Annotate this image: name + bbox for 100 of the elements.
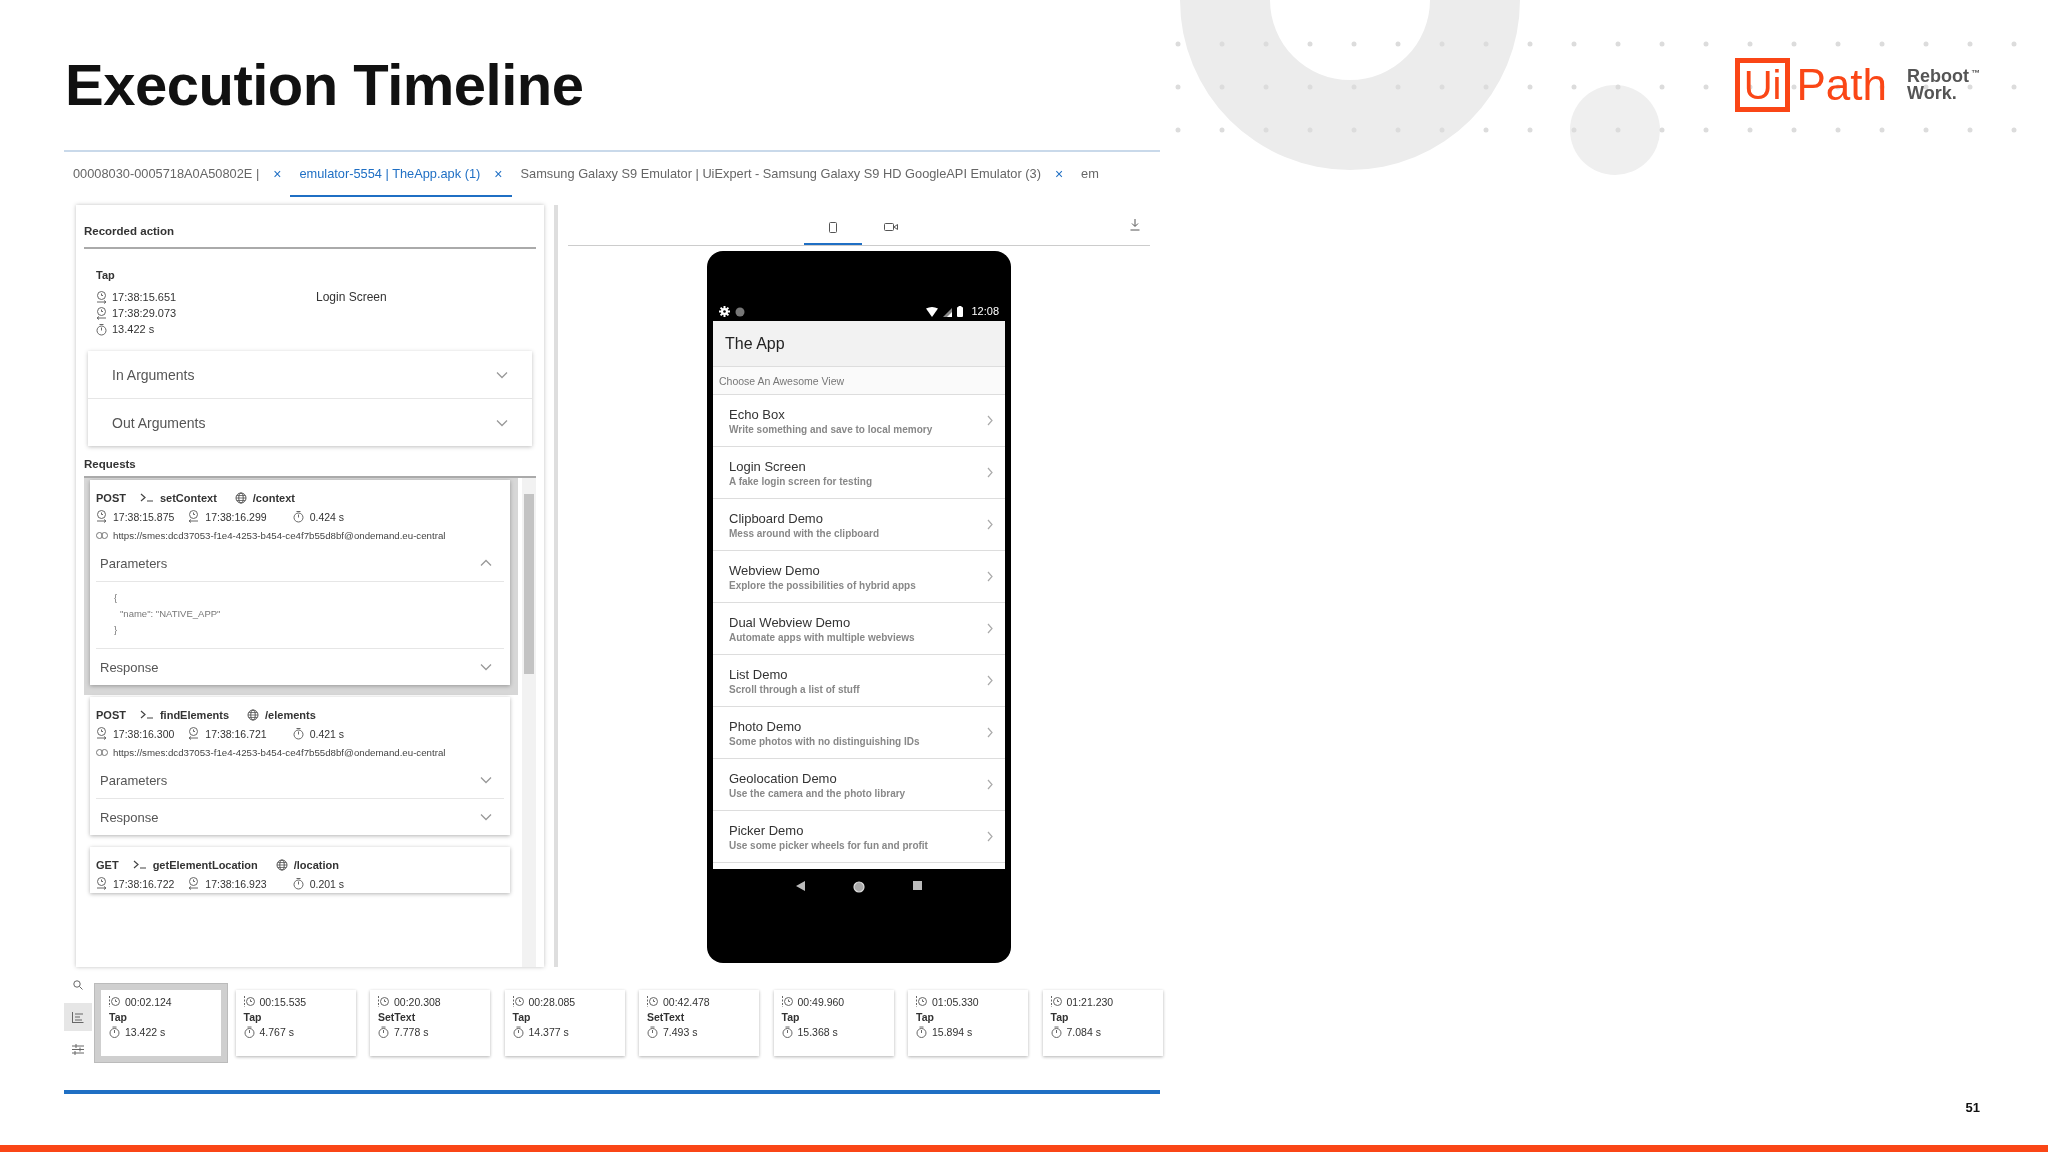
list-view-icon[interactable] [64, 1003, 92, 1031]
timeline-step-card[interactable]: 00:28.085 Tap 14.377 s [504, 990, 625, 1056]
status-time: 12:08 [971, 305, 999, 317]
endpoint: /context [252, 491, 295, 504]
timeline-step-card[interactable]: 01:05.330 Tap 15.894 s [908, 990, 1028, 1056]
end-time-icon [188, 727, 200, 740]
app-list-item[interactable]: Login Screen A fake login screen for testing [713, 447, 1005, 499]
device-tab[interactable]: 00008030-0005718A0A50802E | × [64, 152, 291, 197]
stopwatch-icon [96, 322, 107, 336]
end-time: 17:38:16.923 [205, 877, 267, 890]
timestamp-icon [378, 996, 389, 1007]
list-section-header: Choose An Awesome View [713, 367, 1005, 395]
battery-icon [957, 306, 964, 317]
app-list-item[interactable]: Webview Demo Explore the possibilities of hybrid apps [713, 551, 1005, 603]
logo-mark: Ui [1734, 58, 1791, 112]
download-icon[interactable] [1130, 219, 1140, 231]
device-tab[interactable]: em [1072, 152, 1108, 197]
home-icon[interactable] [853, 881, 865, 893]
logo-tagline: Reboot [1907, 68, 1969, 85]
start-time-icon [96, 877, 107, 890]
accordion-header[interactable]: Parameters [96, 762, 504, 799]
start-time: 17:38:15.875 [113, 510, 175, 523]
stopwatch-icon [916, 1025, 927, 1038]
endpoint: /elements [265, 708, 316, 721]
chevron-icon [480, 813, 492, 821]
chevron-icon [496, 418, 508, 427]
duration: 0.421 s [309, 727, 345, 740]
end-time: 17:38:16.299 [205, 510, 267, 523]
stopwatch-icon [292, 510, 304, 523]
timeline-step-card[interactable]: 00:15.535 Tap 4.767 s [235, 990, 356, 1056]
chevron-icon [987, 727, 993, 738]
app-list-item[interactable]: Geolocation Demo Use the camera and the photo library [713, 759, 1005, 811]
accordion-header[interactable]: In Arguments [88, 351, 532, 399]
timeline-step-card[interactable]: 01:21.230 Tap 7.084 s [1042, 990, 1163, 1056]
app-list-item[interactable]: Dual Webview Demo Automate apps with multiple webviews [713, 603, 1005, 655]
stopwatch-icon [243, 1025, 255, 1038]
chevron-icon [987, 831, 993, 842]
chevron-icon [987, 415, 993, 426]
timestamp-icon [512, 996, 524, 1007]
end-time: 17:38:29.073 [112, 307, 177, 319]
timeline-step-card[interactable]: 00:49.960 Tap 15.368 s [773, 990, 894, 1056]
end-time: 17:38:16.721 [205, 727, 267, 740]
timestamp-icon [109, 996, 120, 1007]
video-camera-icon [884, 222, 898, 232]
chevron-icon [987, 519, 993, 530]
back-icon[interactable] [796, 881, 805, 891]
start-time: 17:38:16.722 [113, 877, 175, 890]
http-method: POST [96, 708, 126, 721]
stopwatch-icon [292, 877, 304, 890]
link-icon [96, 749, 108, 756]
accordion-header[interactable]: Parameters [96, 545, 504, 582]
notification-dot-icon [735, 307, 745, 317]
app-list-item[interactable]: List Demo Scroll through a list of stuff [713, 655, 1005, 707]
app-list-item[interactable]: Picker Demo Use some picker wheels for fun and profit [713, 811, 1005, 863]
device-tab[interactable]: emulator-5554 | TheApp.apk (1) × [290, 152, 512, 197]
start-time-icon [96, 727, 107, 740]
duration: 13.422 s [112, 323, 155, 335]
chevron-icon [987, 571, 993, 582]
app-bar-title: The App [713, 321, 1005, 367]
duration: 0.424 s [309, 510, 345, 523]
wifi-icon [926, 307, 939, 317]
timestamp-icon [243, 996, 255, 1007]
chevron-icon [987, 623, 993, 634]
request-item[interactable]: POST setContext /context 17:38:15.875 17:38:16.299 0.424 s https://smes:dcd37053-f1e4-4253-b454-ce4f7b55d8bf@ondemand.eu-central Parameters { "name": "NATIVE_APP" } Response [84, 478, 518, 695]
chevron-icon [987, 779, 993, 790]
app-list-item[interactable]: Photo Demo Some photos with no distinguishing IDs [713, 707, 1005, 759]
stopwatch-icon [1050, 1025, 1062, 1038]
stopwatch-icon [512, 1025, 524, 1038]
page-number: 51 [1965, 1100, 1980, 1115]
accordion-header[interactable]: Response [96, 649, 504, 685]
chevron-icon [987, 467, 993, 478]
timestamp-icon [916, 996, 927, 1007]
timeline-step-card[interactable]: 00:42.478 SetText 7.493 s [639, 990, 759, 1056]
stopwatch-icon [292, 727, 304, 740]
timestamp-icon [1050, 996, 1062, 1007]
scrollbar[interactable] [522, 478, 536, 967]
stopwatch-icon [109, 1025, 120, 1038]
signal-icon [943, 308, 953, 317]
endpoint: /location [293, 858, 339, 871]
accordion-header[interactable]: Out Arguments [88, 399, 532, 446]
timeline-step-card[interactable]: 00:20.308 SetText 7.778 s [370, 990, 490, 1056]
device-tab[interactable]: Samsung Galaxy S9 Emulator | UiExpert - Samsung Galaxy S9 HD GoogleAPI Emulator (3) × [511, 152, 1073, 197]
start-time-icon [96, 510, 107, 523]
http-method: POST [96, 491, 126, 504]
trademark-sign: ™ [1971, 68, 1980, 80]
globe-icon [247, 708, 260, 721]
accordion-header[interactable]: Response [96, 799, 504, 835]
globe-icon [234, 491, 247, 504]
stopwatch-icon [378, 1025, 389, 1038]
end-time-icon [188, 510, 200, 523]
globe-icon [275, 858, 288, 871]
app-list-item[interactable]: Clipboard Demo Mess around with the clipboard [713, 499, 1005, 551]
start-time-icon [96, 290, 107, 304]
stopwatch-icon [781, 1025, 793, 1038]
terminal-icon [139, 710, 154, 719]
code-line: { [114, 591, 119, 605]
code-line: } [114, 623, 119, 637]
settings-icon [719, 306, 730, 317]
request-url: https://smes:dcd37053-f1e4-4253-b454-ce4f7b55d8bf@ondemand.eu-central [113, 747, 446, 758]
app-list-item[interactable]: Echo Box Write something and save to local memory [713, 395, 1005, 447]
